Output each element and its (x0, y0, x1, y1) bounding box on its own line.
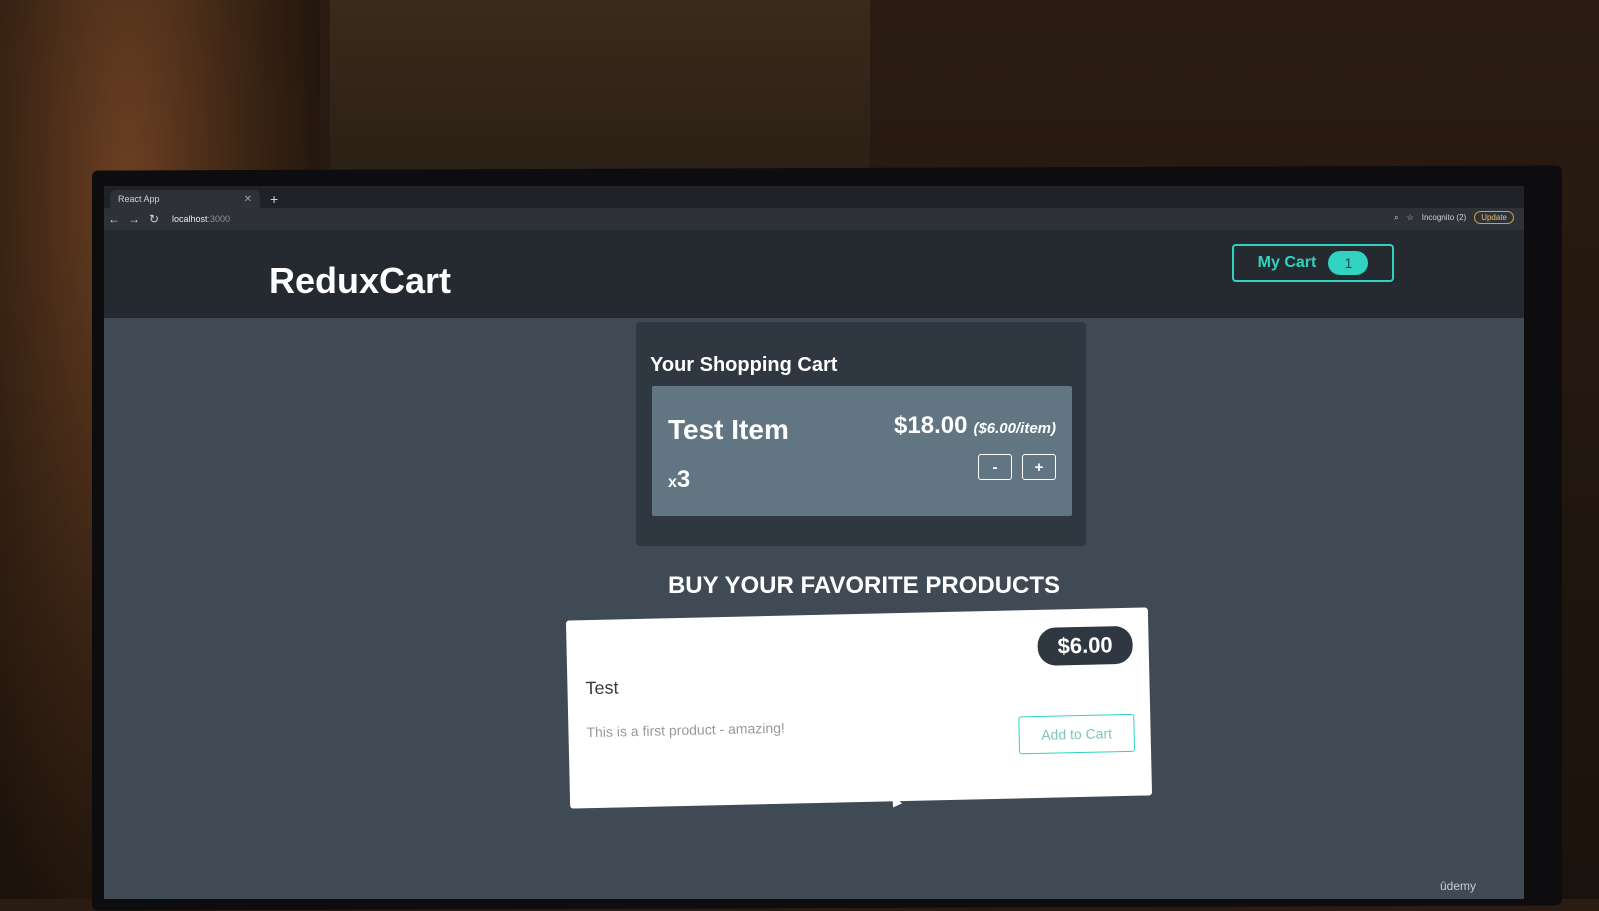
url-port: :3000 (207, 214, 231, 224)
new-tab-button[interactable]: + (270, 190, 278, 208)
star-icon[interactable]: ☆ (1407, 213, 1414, 222)
url-field[interactable]: localhost:3000 (172, 214, 230, 224)
decrement-button[interactable]: - (978, 454, 1012, 480)
room-curtain (330, 0, 870, 180)
back-icon[interactable]: ← (104, 212, 124, 226)
browser-actions: ⌕ ☆ Incognito (2) Update (1394, 211, 1514, 224)
cart-item-unit-price: ($6.00/item) (973, 420, 1056, 437)
tab-title: React App (118, 194, 160, 204)
search-icon[interactable]: ⌕ (1394, 213, 1398, 223)
cart-item-total-price: $18.00 (894, 412, 968, 439)
cart-item-name: Test Item (668, 414, 789, 445)
product-description: This is a first product - amazing! (586, 719, 786, 741)
udemy-watermark: ûdemy (1439, 879, 1476, 893)
close-icon[interactable]: ✕ (244, 194, 252, 205)
shopping-cart-panel: Your Shopping Cart Test Item $18.00 ($6.0… (636, 322, 1086, 546)
forward-icon[interactable]: → (124, 212, 144, 226)
cart-title: Your Shopping Cart (650, 354, 838, 376)
url-host: localhost (172, 214, 208, 224)
address-bar: ← → ↻ localhost:3000 ⌕ ☆ Incognito (2) U… (104, 208, 1524, 230)
cart-item: Test Item $18.00 ($6.00/item) x3 - + (652, 386, 1072, 516)
cart-item-total: $18.00 ($6.00/item) (894, 412, 1056, 440)
cart-item-quantity: x3 (668, 466, 690, 494)
app-header: ReduxCart My Cart 1 (104, 230, 1524, 318)
product-card: Test $6.00 This is a first product - ama… (565, 607, 1153, 809)
quantity-value: 3 (676, 466, 691, 493)
brand-logo: ReduxCart (269, 260, 452, 301)
product-price-badge: $6.00 (1037, 625, 1134, 666)
increment-button[interactable]: + (1022, 454, 1056, 480)
update-button[interactable]: Update (1474, 211, 1514, 224)
product-title: Test (585, 677, 619, 699)
browser-tab-bar: React App ✕ + (104, 186, 1524, 208)
my-cart-label: My Cart (1257, 254, 1317, 271)
products-heading: BUY YOUR FAVORITE PRODUCTS (667, 572, 1061, 599)
monitor-screen: React App ✕ + ← → ↻ localhost:3000 ⌕ ☆ I… (104, 186, 1524, 899)
add-to-cart-button[interactable]: Add to Cart (1018, 713, 1136, 755)
reload-icon[interactable]: ↻ (144, 212, 164, 226)
incognito-profile[interactable]: Incognito (2) (1422, 213, 1466, 222)
quantity-prefix: x (668, 474, 677, 491)
cart-count-badge: 1 (1328, 251, 1369, 275)
my-cart-button[interactable]: My Cart 1 (1232, 244, 1394, 282)
browser-tab[interactable]: React App ✕ (110, 190, 260, 208)
